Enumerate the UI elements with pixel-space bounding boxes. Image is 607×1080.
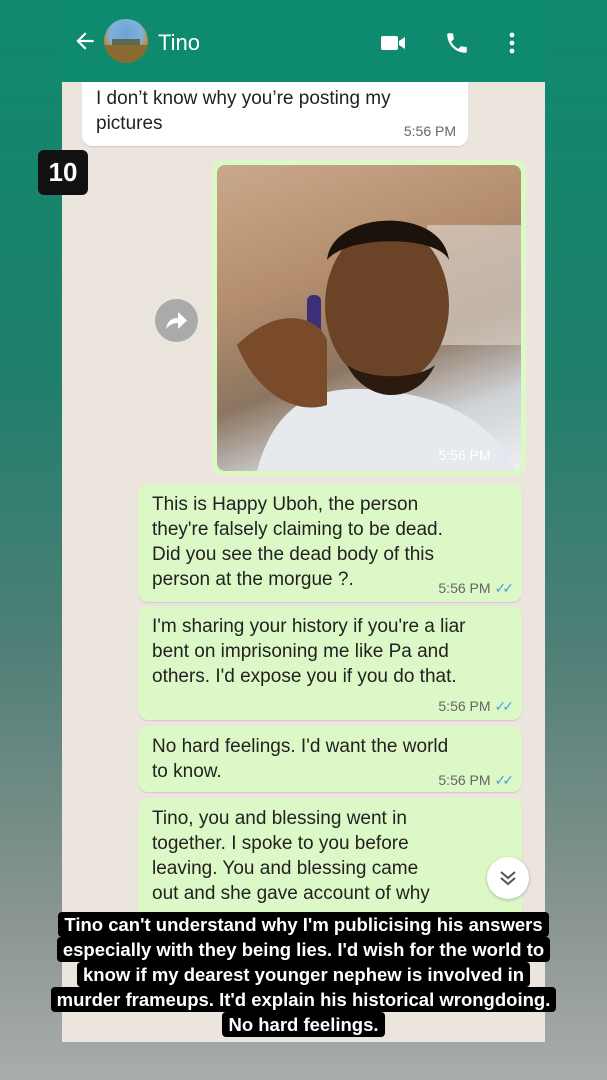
photo-man-on-phone[interactable]	[217, 165, 521, 471]
message-time: 5:56 PM	[438, 580, 491, 596]
message-outgoing[interactable]: No hard feelings. I'd want the world to …	[138, 726, 522, 792]
story-number-badge: 10	[38, 150, 88, 195]
back-arrow-icon[interactable]	[72, 28, 98, 59]
scroll-to-bottom-button[interactable]	[487, 857, 529, 899]
read-receipt-icon: ✓✓	[494, 580, 515, 596]
story-caption: Tino can't understand why I'm publicisin…	[0, 912, 607, 1037]
contact-avatar[interactable]	[104, 19, 148, 63]
message-text: This is Happy Uboh, the person they're f…	[152, 494, 443, 590]
message-text: Tino, you and blessing went in together.…	[152, 808, 430, 904]
caption-line: especially with they being lies. I'd wis…	[56, 937, 551, 962]
forward-button[interactable]	[155, 299, 198, 342]
message-text: I'm sharing your history if you're a lia…	[152, 616, 466, 687]
phone-icon[interactable]	[444, 30, 474, 56]
message-outgoing[interactable]: I'm sharing your history if you're a lia…	[138, 606, 522, 720]
read-receipt-icon: ✓✓	[494, 772, 515, 788]
caption-line: No hard feelings.	[222, 1012, 385, 1037]
message-outgoing[interactable]: This is Happy Uboh, the person they're f…	[138, 484, 522, 602]
read-receipt-icon: ✓✓	[494, 698, 515, 714]
message-time: 5:56 PM	[438, 447, 491, 463]
caption-line: Tino can't understand why I'm publicisin…	[58, 912, 549, 937]
caption-line: murder frameups. It'd explain his histor…	[50, 987, 557, 1012]
message-time: 5:56 PM	[438, 772, 491, 788]
chat-header: Tino	[62, 0, 545, 82]
message-image[interactable]: 5:56 PM ✓✓	[212, 160, 526, 476]
read-receipt-icon: ✓✓	[494, 447, 515, 463]
message-time: 5:56 PM	[403, 123, 456, 139]
more-vert-icon[interactable]	[502, 30, 522, 56]
video-call-icon[interactable]	[378, 30, 408, 56]
message-incoming[interactable]: I don’t know why you’re posting my pictu…	[82, 82, 468, 146]
contact-name[interactable]: Tino	[158, 30, 200, 56]
message-text: I don’t know why you’re posting my pictu…	[96, 88, 391, 134]
caption-line: know if my dearest younger nephew is inv…	[76, 962, 531, 987]
chat-area[interactable]: I don’t know why you’re posting my pictu…	[62, 82, 545, 1042]
message-time: 5:56 PM	[438, 698, 491, 714]
